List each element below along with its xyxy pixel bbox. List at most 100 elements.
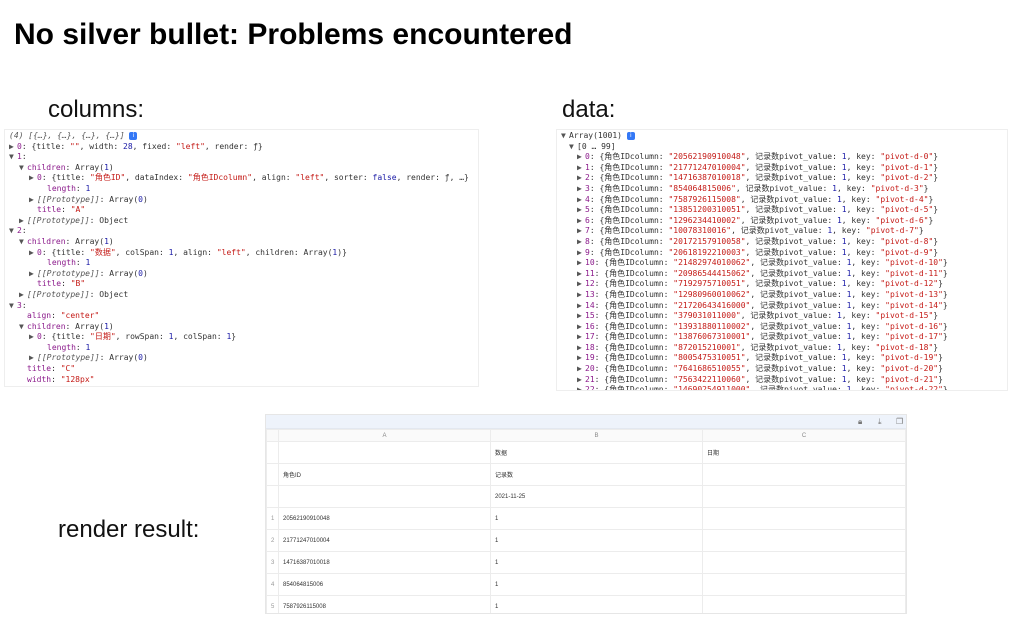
cell-date[interactable] <box>702 529 906 552</box>
data-row[interactable]: ▶ 18: {角色IDcolumn: "872015210001", 记录数piv… <box>561 343 1003 354</box>
console-line[interactable]: ▼ 3: <box>9 301 474 312</box>
data-row[interactable]: ▶ 14: {角色IDcolumn: "21720643416000", 记录数p… <box>561 301 1003 312</box>
expand-icon[interactable]: ▶ <box>577 322 585 333</box>
expand-icon[interactable]: ▶ <box>29 269 37 280</box>
data-row[interactable]: ▶ 10: {角色IDcolumn: "21482974010062", 记录数p… <box>561 258 1003 269</box>
cell-id[interactable]: 21771247010004 <box>278 529 491 552</box>
header-cell[interactable]: 数据 <box>490 441 703 464</box>
expand-icon[interactable]: ▶ <box>577 269 585 280</box>
console-line[interactable]: ▶ [[Prototype]]: Object <box>9 290 474 301</box>
data-console-range[interactable]: ▼ [0 … 99] <box>561 142 1003 153</box>
header-cell[interactable]: 记录数 <box>490 463 703 486</box>
console-line[interactable]: ▶ 0: {title: "数据", colSpan: 1, align: "le… <box>9 248 474 259</box>
cell-value[interactable]: 1 <box>490 529 703 552</box>
console-line[interactable]: ▶ [[Prototype]]: Array(0) <box>9 353 474 364</box>
table-row[interactable]: 1 20562190910048 1 <box>266 507 906 530</box>
expand-icon[interactable]: ▶ <box>577 248 585 259</box>
cell-value[interactable]: 1 <box>490 551 703 574</box>
console-line[interactable]: ▼ 2: <box>9 226 474 237</box>
data-row[interactable]: ▶ 16: {角色IDcolumn: "13931880110002", 记录数p… <box>561 322 1003 333</box>
cell-date[interactable] <box>702 551 906 574</box>
data-row[interactable]: ▶ 21: {角色IDcolumn: "7563422110060", 记录数pi… <box>561 375 1003 386</box>
header-cell[interactable]: 日期 <box>702 441 906 464</box>
expand-icon[interactable]: ▶ <box>577 364 585 375</box>
header-cell[interactable] <box>278 485 491 508</box>
data-row[interactable]: ▶ 20: {角色IDcolumn: "7641686510055", 记录数pi… <box>561 364 1003 375</box>
table-row[interactable]: 3 14716387010018 1 <box>266 551 906 574</box>
data-row[interactable]: ▶ 8: {角色IDcolumn: "20172157910058", 记录数pi… <box>561 237 1003 248</box>
expand-icon[interactable]: ▼ <box>19 322 27 333</box>
cell-value[interactable]: 1 <box>490 507 703 530</box>
expand-icon[interactable]: ▶ <box>577 237 585 248</box>
cell-id[interactable]: 7587926115008 <box>278 595 491 613</box>
expand-icon[interactable]: ▶ <box>29 332 37 343</box>
data-row[interactable]: ▶ 11: {角色IDcolumn: "20986544415062", 记录数p… <box>561 269 1003 280</box>
expand-icon[interactable]: ▶ <box>577 258 585 269</box>
data-row[interactable]: ▶ 9: {角色IDcolumn: "20618192210003", 记录数pi… <box>561 248 1003 259</box>
console-line[interactable]: ▶ [[Prototype]]: Object <box>9 216 474 227</box>
expand-icon[interactable]: ▶ <box>577 205 585 216</box>
expand-icon[interactable]: ▶ <box>577 332 585 343</box>
expand-icon[interactable]: ▼ <box>9 301 17 312</box>
header-cell[interactable] <box>702 485 906 508</box>
expand-icon[interactable]: ▶ <box>577 173 585 184</box>
data-row[interactable]: ▶ 3: {角色IDcolumn: "854064815006", 记录数pivo… <box>561 184 1003 195</box>
cell-value[interactable]: 1 <box>490 573 703 596</box>
expand-icon[interactable]: ▶ <box>577 226 585 237</box>
expand-icon[interactable]: ▼ <box>19 163 27 174</box>
download-icon[interactable]: ⤓ <box>878 417 882 427</box>
expand-icon[interactable]: ▶ <box>577 163 585 174</box>
data-row[interactable]: ▶ 6: {角色IDcolumn: "1296234410002", 记录数piv… <box>561 216 1003 227</box>
console-line[interactable]: ▶ [[Prototype]]: Array(0) <box>9 269 474 280</box>
console-line[interactable]: ▶ 0: {title: "日期", rowSpan: 1, colSpan: 1… <box>9 332 474 343</box>
console-line[interactable]: ▶ 0: {title: "角色ID", dataIndex: "角色IDcolu… <box>9 173 474 184</box>
cell-value[interactable]: 1 <box>490 595 703 613</box>
expand-icon[interactable]: ▶ <box>577 152 585 163</box>
expand-icon[interactable]: ▶ <box>29 195 37 206</box>
expand-icon[interactable]: ▶ <box>19 290 27 301</box>
lock-icon[interactable]: 🔒︎ <box>858 417 862 427</box>
data-row[interactable]: ▶ 22: {角色IDcolumn: "14690254911000", 记录数p… <box>561 385 1003 390</box>
table-row[interactable]: 2 21771247010004 1 <box>266 529 906 552</box>
expand-icon[interactable]: ▶ <box>577 290 585 301</box>
expand-icon[interactable]: ▼ <box>19 237 27 248</box>
console-line[interactable]: ▼ 1: <box>9 152 474 163</box>
data-row[interactable]: ▶ 5: {角色IDcolumn: "13851200310051", 记录数pi… <box>561 205 1003 216</box>
expand-icon[interactable]: ▶ <box>29 353 37 364</box>
table-row[interactable]: 5 7587926115008 1 <box>266 595 906 613</box>
expand-icon[interactable]: ▶ <box>29 173 37 184</box>
expand-icon[interactable]: ▼ <box>9 152 17 163</box>
console-line[interactable]: ▼ children: Array(1) <box>9 237 474 248</box>
header-cell[interactable] <box>278 441 491 464</box>
expand-icon[interactable]: ▶ <box>577 279 585 290</box>
data-row[interactable]: ▶ 19: {角色IDcolumn: "8005475310051", 记录数pi… <box>561 353 1003 364</box>
data-row[interactable]: ▶ 13: {角色IDcolumn: "12980960010062", 记录数p… <box>561 290 1003 301</box>
header-cell[interactable]: 2021-11-25 <box>490 485 703 508</box>
expand-icon[interactable]: ▶ <box>9 142 17 153</box>
cell-date[interactable] <box>702 573 906 596</box>
copy-icon[interactable]: ❐ <box>896 417 903 426</box>
data-row[interactable]: ▶ 17: {角色IDcolumn: "13876067310001", 记录数p… <box>561 332 1003 343</box>
cell-id[interactable]: 14716387010018 <box>278 551 491 574</box>
column-header[interactable]: A <box>278 429 491 442</box>
column-header[interactable]: C <box>702 429 906 442</box>
column-header[interactable]: B <box>490 429 703 442</box>
expand-icon[interactable]: ▶ <box>577 353 585 364</box>
console-line[interactable]: ▼ children: Array(1) <box>9 163 474 174</box>
expand-icon[interactable]: ▶ <box>577 195 585 206</box>
expand-icon[interactable]: ▼ <box>9 226 17 237</box>
cell-date[interactable] <box>702 507 906 530</box>
data-row[interactable]: ▶ 1: {角色IDcolumn: "21771247010004", 记录数pi… <box>561 163 1003 174</box>
expand-icon[interactable]: ▶ <box>577 216 585 227</box>
header-cell[interactable]: 角色ID <box>278 463 491 486</box>
cell-id[interactable]: 20562190910048 <box>278 507 491 530</box>
console-line[interactable]: ▶ [[Prototype]]: Array(0) <box>9 195 474 206</box>
expand-icon[interactable]: ▶ <box>577 301 585 312</box>
expand-icon[interactable]: ▶ <box>577 311 585 322</box>
data-row[interactable]: ▶ 12: {角色IDcolumn: "7192975710051", 记录数pi… <box>561 279 1003 290</box>
header-cell[interactable] <box>702 463 906 486</box>
cell-date[interactable] <box>702 595 906 613</box>
data-row[interactable]: ▶ 0: {角色IDcolumn: "20562190910048", 记录数pi… <box>561 152 1003 163</box>
expand-icon[interactable]: ▶ <box>577 385 585 390</box>
expand-icon[interactable]: ▶ <box>29 248 37 259</box>
